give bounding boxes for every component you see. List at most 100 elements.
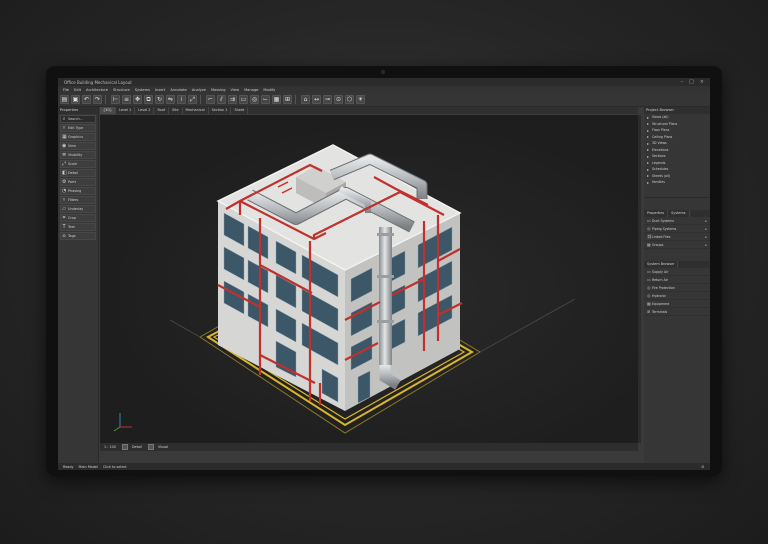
dimension-icon[interactable]: ↔ — [312, 95, 321, 104]
menu-architecture[interactable]: Architecture — [86, 88, 108, 92]
menu-annotate[interactable]: Annotate — [170, 88, 186, 92]
property-row[interactable]: ▭ Duct Systems ▸ — [644, 217, 710, 225]
system-row[interactable]: ◎ Hydronic — [644, 292, 710, 300]
viewport-scrollbar[interactable] — [638, 115, 641, 443]
duct-icon[interactable]: ▭ — [239, 95, 248, 104]
system-row[interactable]: ⊞ Terminals — [644, 308, 710, 316]
offset-icon[interactable]: ⇉ — [228, 95, 237, 104]
system-row[interactable]: ▦ Equipment — [644, 300, 710, 308]
rotate-icon[interactable]: ↻ — [155, 95, 164, 104]
split-icon[interactable]: ⫽ — [217, 95, 226, 104]
tree-label: Structural Plans — [652, 121, 678, 126]
properties-search-input[interactable]: ⌕ Search... — [60, 115, 96, 123]
tab-mechanical[interactable]: Mechanical — [183, 107, 209, 114]
menu-file[interactable]: File — [63, 88, 69, 92]
menu-structure[interactable]: Structure — [113, 88, 130, 92]
section-icon[interactable]: ⊸ — [323, 95, 332, 104]
detail-level[interactable]: Detail — [132, 445, 142, 449]
tag-icon[interactable]: ⌂ — [301, 95, 310, 104]
expand-icon[interactable]: ▸ — [705, 219, 707, 223]
render-icon[interactable]: ☀ — [356, 95, 365, 104]
panel-row-visibility[interactable]: ≣ Visibility — [60, 151, 96, 159]
row-label: Edit Type — [68, 126, 84, 130]
undo-icon[interactable]: ↶ — [82, 95, 91, 104]
tab-3d[interactable]: {3D} — [100, 107, 117, 114]
menu-modify[interactable]: Modify — [263, 88, 275, 92]
tree-item[interactable]: ▸ Families — [644, 179, 710, 186]
row-label: Graphics — [68, 135, 83, 139]
panel-row-filters[interactable]: ▿ Filters — [60, 196, 96, 204]
measure-icon[interactable]: ⊢ — [111, 95, 120, 104]
visual-style[interactable]: Visual — [158, 445, 168, 449]
menu-edit[interactable]: Edit — [74, 88, 81, 92]
mirror-icon[interactable]: ⇋ — [166, 95, 175, 104]
menu-analyze[interactable]: Analyze — [192, 88, 206, 92]
system-label: Fire Protection — [652, 285, 675, 290]
row-label: Visibility — [68, 153, 83, 157]
menu-systems[interactable]: Systems — [135, 88, 150, 92]
system-row[interactable]: ◎ Fire Protection — [644, 284, 710, 292]
fitting-icon[interactable]: ⌙ — [261, 95, 270, 104]
property-row[interactable]: ⛓ Linked Files ▸ — [644, 233, 710, 241]
menu-manage[interactable]: Manage — [244, 88, 258, 92]
trim-icon[interactable]: ⌐ — [206, 95, 215, 104]
panel-row-parts[interactable]: ⚙ Parts — [60, 178, 96, 186]
expand-icon[interactable]: ▸ — [705, 227, 707, 231]
menu-insert[interactable]: Insert — [155, 88, 165, 92]
3d-view-icon[interactable]: ⬡ — [345, 95, 354, 104]
expand-icon[interactable]: ▸ — [705, 235, 707, 239]
tab-properties[interactable]: Properties — [644, 210, 669, 217]
tab-section-1[interactable]: Section 1 — [209, 107, 232, 114]
panel-row-graphics[interactable]: ▦ Graphics — [60, 133, 96, 141]
visual-style-icon[interactable] — [147, 444, 154, 450]
system-row[interactable]: ▭ Return Air — [644, 276, 710, 284]
phase-icon: ◔ — [62, 188, 67, 194]
save-icon[interactable]: ▣ — [71, 95, 80, 104]
panel-row-edit-type[interactable]: ▿ Edit Type — [60, 124, 96, 132]
equipment-icon[interactable]: ▦ — [272, 95, 281, 104]
menu-view[interactable]: View — [231, 88, 240, 92]
redo-icon[interactable]: ↷ — [93, 95, 102, 104]
property-row[interactable]: ◎ Piping Systems ▸ — [644, 225, 710, 233]
tab-systems[interactable]: Systems — [668, 210, 690, 217]
expand-icon[interactable]: ▸ — [705, 243, 707, 247]
building-model[interactable] — [100, 115, 638, 443]
filter-count[interactable]: :0 — [701, 465, 704, 469]
array-icon[interactable]: ⁞ — [177, 95, 186, 104]
system-row[interactable]: ▭ Supply Air — [644, 268, 710, 276]
align-icon[interactable]: ≡ — [122, 95, 131, 104]
terminal-icon[interactable]: ⊞ — [283, 95, 292, 104]
tab-level-1[interactable]: Level 1 — [116, 107, 136, 114]
panel-row-text[interactable]: T Text — [60, 223, 96, 231]
panel-row-tags[interactable]: ⌂ Tags — [60, 232, 96, 240]
elevation-icon[interactable]: ⊙ — [334, 95, 343, 104]
panel-row-view[interactable]: ◉ View — [60, 142, 96, 150]
tree-label: Sheets (all) — [652, 173, 671, 178]
detail-level-icon[interactable] — [121, 444, 128, 450]
panel-row-phasing[interactable]: ◔ Phasing — [60, 187, 96, 195]
property-row[interactable]: ▦ Groups ▸ — [644, 241, 710, 249]
3d-viewport[interactable] — [100, 115, 638, 443]
scale-icon[interactable]: ⤢ — [188, 95, 197, 104]
pipe-icon[interactable]: ◎ — [250, 95, 259, 104]
toolbar: ▤ ▣ ↶ ↷ ⊢ ≡ ✥ ⧉ ↻ ⇋ ⁞ ⤢ ⌐ ⫽ ⇉ ▭ ◎ ⌙ ▦ ⊞ … — [58, 93, 710, 107]
tab-roof[interactable]: Roof — [154, 107, 170, 114]
minimize-icon[interactable]: – — [681, 78, 684, 86]
close-icon[interactable]: × — [700, 78, 704, 86]
tab-site[interactable]: Site — [169, 107, 183, 114]
search-placeholder: Search... — [68, 117, 83, 121]
tab-sheet[interactable]: Sheet — [231, 107, 249, 114]
move-icon[interactable]: ✥ — [133, 95, 142, 104]
workset-selector[interactable]: Main Model — [79, 465, 98, 469]
tab-level-2[interactable]: Level 2 — [135, 107, 155, 114]
menu-massing[interactable]: Massing — [211, 88, 226, 92]
open-icon[interactable]: ▤ — [60, 95, 69, 104]
maximize-icon[interactable]: □ — [689, 78, 694, 86]
detail-icon: ◧ — [62, 170, 67, 176]
copy-icon[interactable]: ⧉ — [144, 95, 153, 104]
panel-row-underlay[interactable]: ▱ Underlay — [60, 205, 96, 213]
panel-row-scale[interactable]: ⤢ Scale — [60, 160, 96, 168]
view-scale[interactable]: 1 : 100 — [104, 445, 116, 449]
panel-row-crop[interactable]: ⌗ Crop — [60, 214, 96, 222]
panel-row-detail[interactable]: ◧ Detail — [60, 169, 96, 177]
